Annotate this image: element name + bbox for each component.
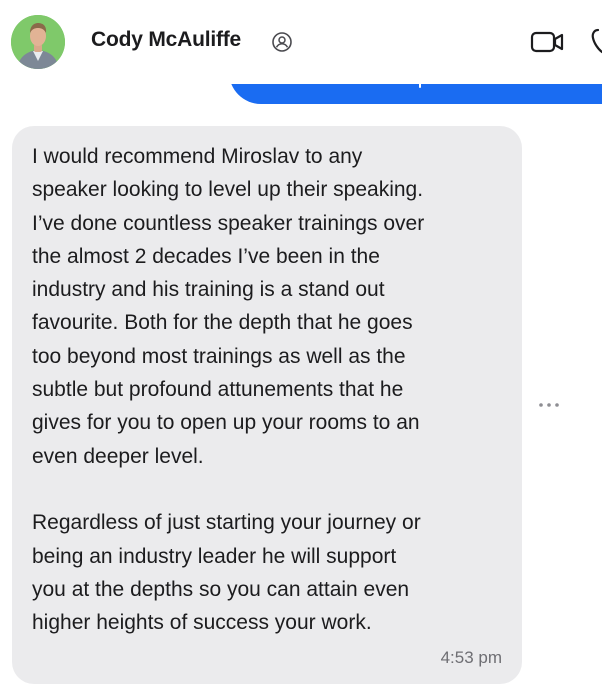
chat-header: Cody McAuliffe: [0, 0, 602, 84]
avatar-image: [11, 15, 65, 69]
incoming-message-bubble[interactable]: I would recommend Miroslav to any speake…: [12, 126, 522, 684]
message-timestamp: 4:53 pm: [440, 648, 502, 667]
avatar[interactable]: [11, 15, 65, 69]
message-paragraph: I would recommend Miroslav to any speake…: [32, 145, 425, 468]
verified-badge-icon[interactable]: [271, 31, 293, 53]
phone-icon[interactable]: [588, 27, 602, 55]
video-camera-icon[interactable]: [530, 29, 564, 55]
more-horizontal-icon[interactable]: [537, 401, 565, 409]
contact-name[interactable]: Cody McAuliffe: [91, 28, 241, 52]
message-paragraph: Regardless of just starting your journey…: [32, 511, 421, 635]
chat-window: Cody McAuliffe I would recommend Mirosla…: [0, 0, 602, 690]
